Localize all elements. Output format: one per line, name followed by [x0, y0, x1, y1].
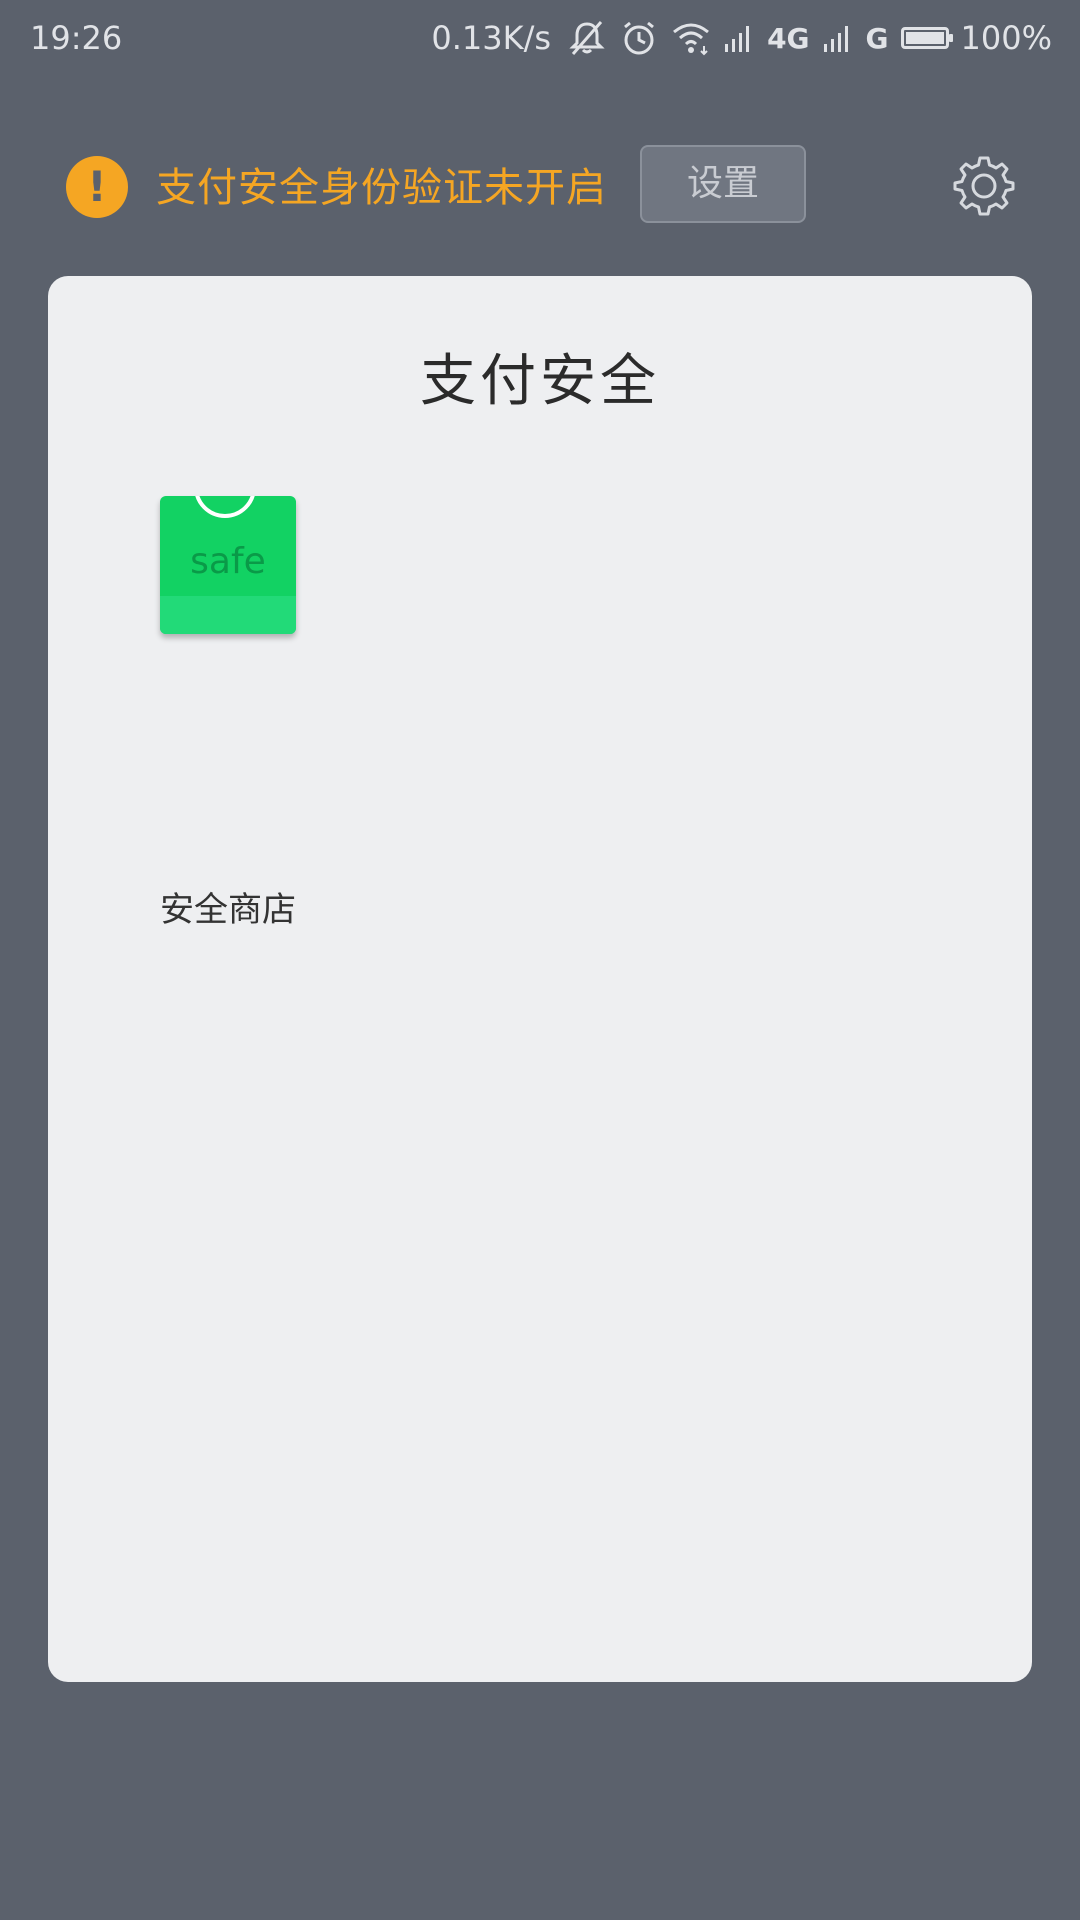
gear-icon[interactable] [952, 154, 1016, 218]
battery-icon [900, 27, 953, 49]
alarm-icon [619, 18, 659, 58]
status-bar: 19:26 0.13K/s 4G G 100% [0, 0, 1080, 76]
security-warning-bar: ! 支付安全身份验证未开启 设置 [0, 140, 1080, 232]
icon-bottom-band [160, 596, 296, 634]
warning-icon: ! [66, 156, 128, 218]
battery-percent: 100% [960, 19, 1052, 57]
card-title: 支付安全 [420, 349, 660, 414]
mute-icon [567, 18, 607, 58]
app-label[interactable]: 安全商店 [142, 888, 314, 932]
warning-message: 支付安全身份验证未开启 [156, 165, 607, 211]
payment-security-card: 支付安全 safe 安全商店 [48, 276, 1032, 1682]
shopping-bag-icon[interactable]: safe [160, 496, 296, 634]
wifi-icon [671, 20, 711, 56]
signal-icon [822, 22, 854, 54]
bag-handle [194, 496, 256, 518]
status-time: 19:26 [30, 19, 123, 57]
signal-icon [723, 22, 755, 54]
network-type-g: G [865, 21, 889, 55]
icon-text: safe [190, 541, 266, 582]
app-tile-safe-store[interactable]: safe 安全商店 [156, 496, 296, 930]
network-speed: 0.13K/s [431, 19, 552, 57]
battery-level-fill [905, 32, 944, 44]
status-icons: 0.13K/s 4G G 100% [431, 16, 1052, 60]
network-type-4g: 4G [767, 21, 810, 55]
settings-button[interactable]: 设置 [640, 145, 806, 223]
